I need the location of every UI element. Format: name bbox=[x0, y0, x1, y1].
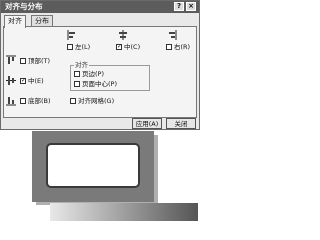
align-top-label: 顶部(T) bbox=[28, 57, 51, 65]
align-to-title: 对齐 bbox=[74, 61, 89, 69]
align-middle-label: 中(E) bbox=[28, 77, 44, 85]
align-middle-checkbox[interactable]: ✓ bbox=[20, 78, 26, 84]
align-middle-icon bbox=[6, 76, 16, 85]
tab-align[interactable]: 对齐 bbox=[4, 15, 26, 28]
snap-grid-label: 对齐网格(G) bbox=[78, 97, 115, 105]
align-left-checkbox[interactable] bbox=[67, 44, 73, 50]
help-button[interactable]: ? bbox=[174, 2, 184, 11]
align-left-label: 左(L) bbox=[75, 43, 91, 51]
snap-grid-checkbox[interactable] bbox=[70, 98, 76, 104]
align-distribute-dialog: 对齐与分布 ? × 对齐 分布 左(L) ✓ 中(C) 右(R) 顶部(T) ✓… bbox=[0, 0, 200, 130]
preview-inner-rounded-rect bbox=[46, 143, 140, 188]
close-x-button[interactable]: × bbox=[186, 2, 196, 11]
page-edge-checkbox[interactable] bbox=[74, 71, 80, 77]
align-bottom-checkbox[interactable] bbox=[20, 98, 26, 104]
align-right-icon bbox=[169, 30, 177, 40]
preview-gradient-strip bbox=[50, 203, 198, 221]
align-center-h-checkbox[interactable]: ✓ bbox=[116, 44, 122, 50]
close-button[interactable]: 关闭 bbox=[166, 118, 196, 129]
align-center-h-label: 中(C) bbox=[124, 43, 141, 51]
align-bottom-icon bbox=[6, 97, 16, 106]
page-center-checkbox[interactable] bbox=[74, 81, 80, 87]
apply-button[interactable]: 应用(A) bbox=[132, 118, 162, 129]
align-left-icon bbox=[67, 30, 75, 40]
dialog-title: 对齐与分布 bbox=[5, 2, 43, 11]
align-top-checkbox[interactable] bbox=[20, 58, 26, 64]
align-top-icon bbox=[6, 55, 16, 64]
dialog-titlebar: 对齐与分布 ? × bbox=[1, 1, 199, 13]
page-center-label: 页面中心(P) bbox=[82, 80, 117, 88]
align-right-label: 右(R) bbox=[174, 43, 191, 51]
page-edge-label: 页边(P) bbox=[82, 70, 104, 78]
preview-shadow-right bbox=[154, 135, 158, 205]
align-right-checkbox[interactable] bbox=[166, 44, 172, 50]
align-center-h-icon bbox=[119, 30, 127, 40]
align-bottom-label: 底部(B) bbox=[28, 97, 51, 105]
